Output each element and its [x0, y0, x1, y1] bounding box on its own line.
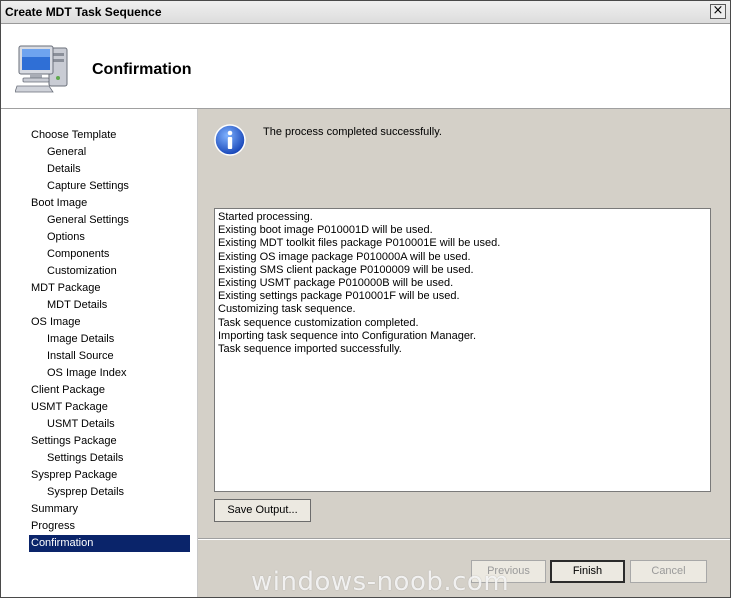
info-icon — [214, 124, 246, 156]
sidebar-item-settings-package[interactable]: Settings Package — [31, 433, 117, 450]
close-icon: × — [712, 3, 724, 18]
sidebar-item-choose-template[interactable]: Choose Template — [31, 127, 116, 144]
save-output-button[interactable]: Save Output... — [214, 499, 311, 522]
page-title: Confirmation — [92, 61, 192, 78]
footer-divider — [198, 538, 730, 540]
dialog-window: Create MDT Task Sequence × Confirmation … — [0, 0, 731, 598]
main-panel: The process completed successfully. Star… — [198, 109, 730, 597]
sidebar-item-mdt-package[interactable]: MDT Package — [31, 280, 101, 297]
status-message: The process completed successfully. — [263, 126, 442, 138]
sidebar-item-customization[interactable]: Customization — [47, 263, 117, 280]
sidebar-item-components[interactable]: Components — [47, 246, 109, 263]
wizard-header: Confirmation — [1, 24, 730, 109]
finish-button[interactable]: Finish — [550, 560, 625, 583]
output-line: Existing settings package P010001F will … — [218, 290, 460, 303]
output-line: Existing MDT toolkit files package P0100… — [218, 237, 501, 250]
output-line: Task sequence customization completed. — [218, 316, 419, 329]
sidebar-item-client-package[interactable]: Client Package — [31, 382, 105, 399]
sidebar-item-os-image[interactable]: OS Image — [31, 314, 81, 331]
cancel-button[interactable]: Cancel — [630, 560, 707, 583]
window-title: Create MDT Task Sequence — [5, 5, 162, 19]
sidebar-item-capture-settings[interactable]: Capture Settings — [47, 178, 129, 195]
output-line: Existing SMS client package P0100009 wil… — [218, 263, 474, 276]
sidebar-item-summary[interactable]: Summary — [31, 501, 78, 518]
output-line: Started processing. — [218, 211, 313, 223]
close-button[interactable]: × — [710, 4, 726, 19]
sidebar-item-usmt-package[interactable]: USMT Package — [31, 399, 108, 416]
output-line: Existing OS image package P010000A will … — [218, 250, 471, 263]
computer-icon — [15, 45, 68, 93]
sidebar-item-image-details[interactable]: Image Details — [47, 331, 114, 348]
sidebar-item-usmt-details[interactable]: USMT Details — [47, 416, 115, 433]
output-line: Task sequence imported successfully. — [218, 343, 402, 356]
sidebar-item-boot-image[interactable]: Boot Image — [31, 195, 87, 212]
sidebar-item-mdt-details[interactable]: MDT Details — [47, 297, 107, 314]
sidebar-item-progress[interactable]: Progress — [31, 518, 75, 535]
sidebar-item-sysprep-details[interactable]: Sysprep Details — [47, 484, 124, 501]
output-line: Customizing task sequence. — [218, 303, 356, 316]
sidebar-item-settings-details[interactable]: Settings Details — [47, 450, 123, 467]
output-line: Existing USMT package P010000B will be u… — [218, 277, 454, 290]
sidebar-item-os-image-index[interactable]: OS Image Index — [47, 365, 127, 382]
sidebar-item-options[interactable]: Options — [47, 229, 85, 246]
output-log[interactable]: Started processing. Existing boot image P… — [214, 208, 711, 492]
sidebar-item-install-source[interactable]: Install Source — [47, 348, 114, 365]
title-bar[interactable]: Create MDT Task Sequence × — [1, 1, 730, 24]
sidebar-item-confirmation[interactable]: Confirmation — [29, 535, 190, 552]
sidebar-item-general[interactable]: General — [47, 144, 86, 161]
output-line: Existing boot image P010001D will be use… — [218, 224, 433, 237]
sidebar-item-details[interactable]: Details — [47, 161, 81, 178]
output-line: Importing task sequence into Configurati… — [218, 329, 477, 342]
watermark-text: windows-noob.com — [251, 567, 510, 597]
sidebar-item-general-settings[interactable]: General Settings — [47, 212, 129, 229]
sidebar-item-sysprep-package[interactable]: Sysprep Package — [31, 467, 117, 484]
wizard-navigation: Choose Template General Details Capture Set… — [1, 109, 198, 597]
